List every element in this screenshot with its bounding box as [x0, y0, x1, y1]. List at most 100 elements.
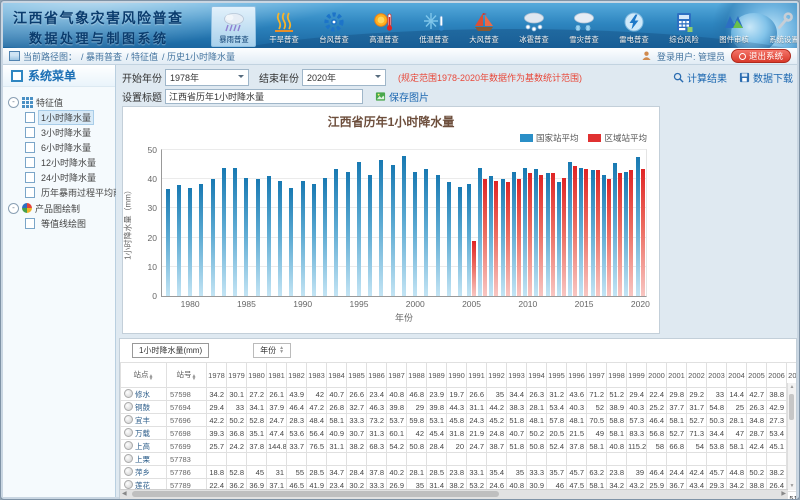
station-name[interactable]: 萍乡	[135, 468, 150, 477]
sidebar-item-6小时降水量[interactable]: 6小时降水量	[8, 140, 115, 155]
toolbar-item-typhoon[interactable]: 台风普查	[311, 6, 356, 47]
column-header-station-id[interactable]: 站号▲▼	[167, 363, 207, 388]
station-name[interactable]: 宜丰	[135, 416, 150, 425]
station-name-cell[interactable]: 上高	[121, 440, 167, 453]
calculate-button[interactable]: 计算结果	[673, 70, 727, 85]
legend-item[interactable]: 区域站平均	[588, 132, 647, 144]
station-name[interactable]: 铜鼓	[135, 403, 150, 412]
row-radio-icon[interactable]	[124, 428, 133, 437]
end-year-select[interactable]: 2020年	[302, 69, 386, 86]
column-header-year-2005[interactable]: 2005	[747, 363, 767, 388]
column-header-year-1991[interactable]: 1991	[467, 363, 487, 388]
station-name-cell[interactable]: 铜鼓	[121, 401, 167, 414]
station-name[interactable]: 上高	[135, 442, 150, 451]
sidebar-item-1小时降水量[interactable]: 1小时降水量	[8, 110, 115, 125]
horizontal-scroll-thumb[interactable]	[132, 491, 499, 497]
column-header-year-1998[interactable]: 1998	[607, 363, 627, 388]
breadcrumb-segment[interactable]: / 历史1小时降水量	[162, 52, 235, 62]
column-header-year-1978[interactable]: 1978	[207, 363, 227, 388]
row-radio-icon[interactable]	[124, 389, 133, 398]
station-name-cell[interactable]: 万载	[121, 427, 167, 440]
start-year-select[interactable]: 1978年	[165, 69, 249, 86]
column-header-station[interactable]: 站点▲▼	[121, 363, 167, 388]
sidebar-item-3小时降水量[interactable]: 3小时降水量	[8, 125, 115, 140]
toolbar-item-review[interactable]: 图件审核	[711, 6, 756, 47]
toolbar-item-hail[interactable]: 冰雹普查	[511, 6, 556, 47]
scroll-right-icon[interactable]: ▶	[781, 491, 786, 498]
scroll-left-icon[interactable]: ◀	[122, 491, 127, 498]
column-header-year-1979[interactable]: 1979	[227, 363, 247, 388]
vertical-scrollbar[interactable]: ▲ ▼	[787, 383, 796, 490]
breadcrumb-segment[interactable]: / 特征值	[126, 52, 158, 62]
column-header-year-2000[interactable]: 2000	[647, 363, 667, 388]
legend-item[interactable]: 国家站平均	[520, 132, 579, 144]
column-header-year-1982[interactable]: 1982	[287, 363, 307, 388]
column-header-year-1989[interactable]: 1989	[427, 363, 447, 388]
column-header-year-1999[interactable]: 1999	[627, 363, 647, 388]
column-header-year-1997[interactable]: 1997	[587, 363, 607, 388]
column-header-year-1980[interactable]: 1980	[247, 363, 267, 388]
sidebar-item-历年暴雨过程平均雨量[interactable]: 历年暴雨过程平均雨量	[8, 185, 115, 200]
column-header-year-1994[interactable]: 1994	[527, 363, 547, 388]
download-button[interactable]: 数据下载	[739, 70, 793, 85]
station-name-cell[interactable]: 萍乡	[121, 466, 167, 479]
toolbar-item-lightning[interactable]: 雷电普查	[611, 6, 656, 47]
value-cell: 58	[647, 440, 667, 453]
row-radio-icon[interactable]	[124, 415, 133, 424]
value-cell: 46.4	[647, 466, 667, 479]
station-name-cell[interactable]: 上栗	[121, 453, 167, 466]
year-filter[interactable]: 年份 ▲▼	[253, 343, 291, 358]
vertical-scroll-thumb[interactable]	[789, 394, 794, 420]
column-header-year-1992[interactable]: 1992	[487, 363, 507, 388]
column-header-year-1983[interactable]: 1983	[307, 363, 327, 388]
station-name[interactable]: 上栗	[135, 455, 150, 464]
toolbar-item-snow[interactable]: 雪灾普查	[561, 6, 606, 47]
station-name[interactable]: 万载	[135, 429, 150, 438]
column-header-year-2003[interactable]: 2003	[707, 363, 727, 388]
column-header-year-1987[interactable]: 1987	[387, 363, 407, 388]
row-radio-icon[interactable]	[124, 480, 133, 489]
breadcrumb-segment[interactable]: / 暴雨普查	[81, 52, 122, 62]
toolbar-item-settings[interactable]: 系统设置	[761, 6, 797, 47]
toolbar-item-heat[interactable]: 高温普查	[361, 6, 406, 47]
scroll-down-icon[interactable]: ▼	[788, 483, 796, 489]
sidebar-item-24小时降水量[interactable]: 24小时降水量	[8, 170, 115, 185]
scroll-up-icon[interactable]: ▲	[788, 384, 796, 390]
row-radio-icon[interactable]	[124, 402, 133, 411]
column-header-year-2002[interactable]: 2002	[687, 363, 707, 388]
column-header-year-1996[interactable]: 1996	[567, 363, 587, 388]
logout-button[interactable]: 退出系统	[731, 49, 791, 63]
column-header-year-1981[interactable]: 1981	[267, 363, 287, 388]
expander-icon[interactable]: -	[8, 203, 19, 214]
save-image-button[interactable]: 保存图片	[375, 89, 429, 104]
tree-group-产品图绘制[interactable]: -产品图绘制	[8, 200, 115, 216]
toolbar-item-calculator[interactable]: 综合风险	[661, 6, 706, 47]
toolbar-item-drought[interactable]: 干旱普查	[261, 6, 306, 47]
row-radio-icon[interactable]	[124, 441, 133, 450]
toolbar-item-wind[interactable]: 大风普查	[461, 6, 506, 47]
sidebar-item-12小时降水量[interactable]: 12小时降水量	[8, 155, 115, 170]
row-radio-icon[interactable]	[124, 454, 133, 463]
sidebar-item-等值线绘图[interactable]: 等值线绘图	[8, 216, 115, 231]
chart-title-input[interactable]	[165, 89, 363, 104]
station-name-cell[interactable]: 修水	[121, 388, 167, 401]
column-header-year-1993[interactable]: 1993	[507, 363, 527, 388]
tree-group-特征值[interactable]: -特征值	[8, 94, 115, 110]
expander-icon[interactable]: -	[8, 97, 19, 108]
column-header-year-1985[interactable]: 1985	[347, 363, 367, 388]
station-name[interactable]: 修水	[135, 390, 150, 399]
column-header-year-2004[interactable]: 2004	[727, 363, 747, 388]
column-header-year-1990[interactable]: 1990	[447, 363, 467, 388]
column-header-year-1988[interactable]: 1988	[407, 363, 427, 388]
column-header-year-1984[interactable]: 1984	[327, 363, 347, 388]
toolbar-item-rain[interactable]: 暴雨普查	[211, 6, 256, 47]
column-header-year-1986[interactable]: 1986	[367, 363, 387, 388]
column-header-year-2001[interactable]: 2001	[667, 363, 687, 388]
toolbar-item-cold[interactable]: 低温普查	[411, 6, 456, 47]
horizontal-scrollbar[interactable]: ◀ ▶	[120, 489, 788, 499]
y-axis-label: 1小时降水量（mm）	[123, 186, 134, 260]
row-radio-icon[interactable]	[124, 467, 133, 476]
column-header-year-2006[interactable]: 2006	[767, 363, 787, 388]
station-name-cell[interactable]: 宜丰	[121, 414, 167, 427]
column-header-year-1995[interactable]: 1995	[547, 363, 567, 388]
